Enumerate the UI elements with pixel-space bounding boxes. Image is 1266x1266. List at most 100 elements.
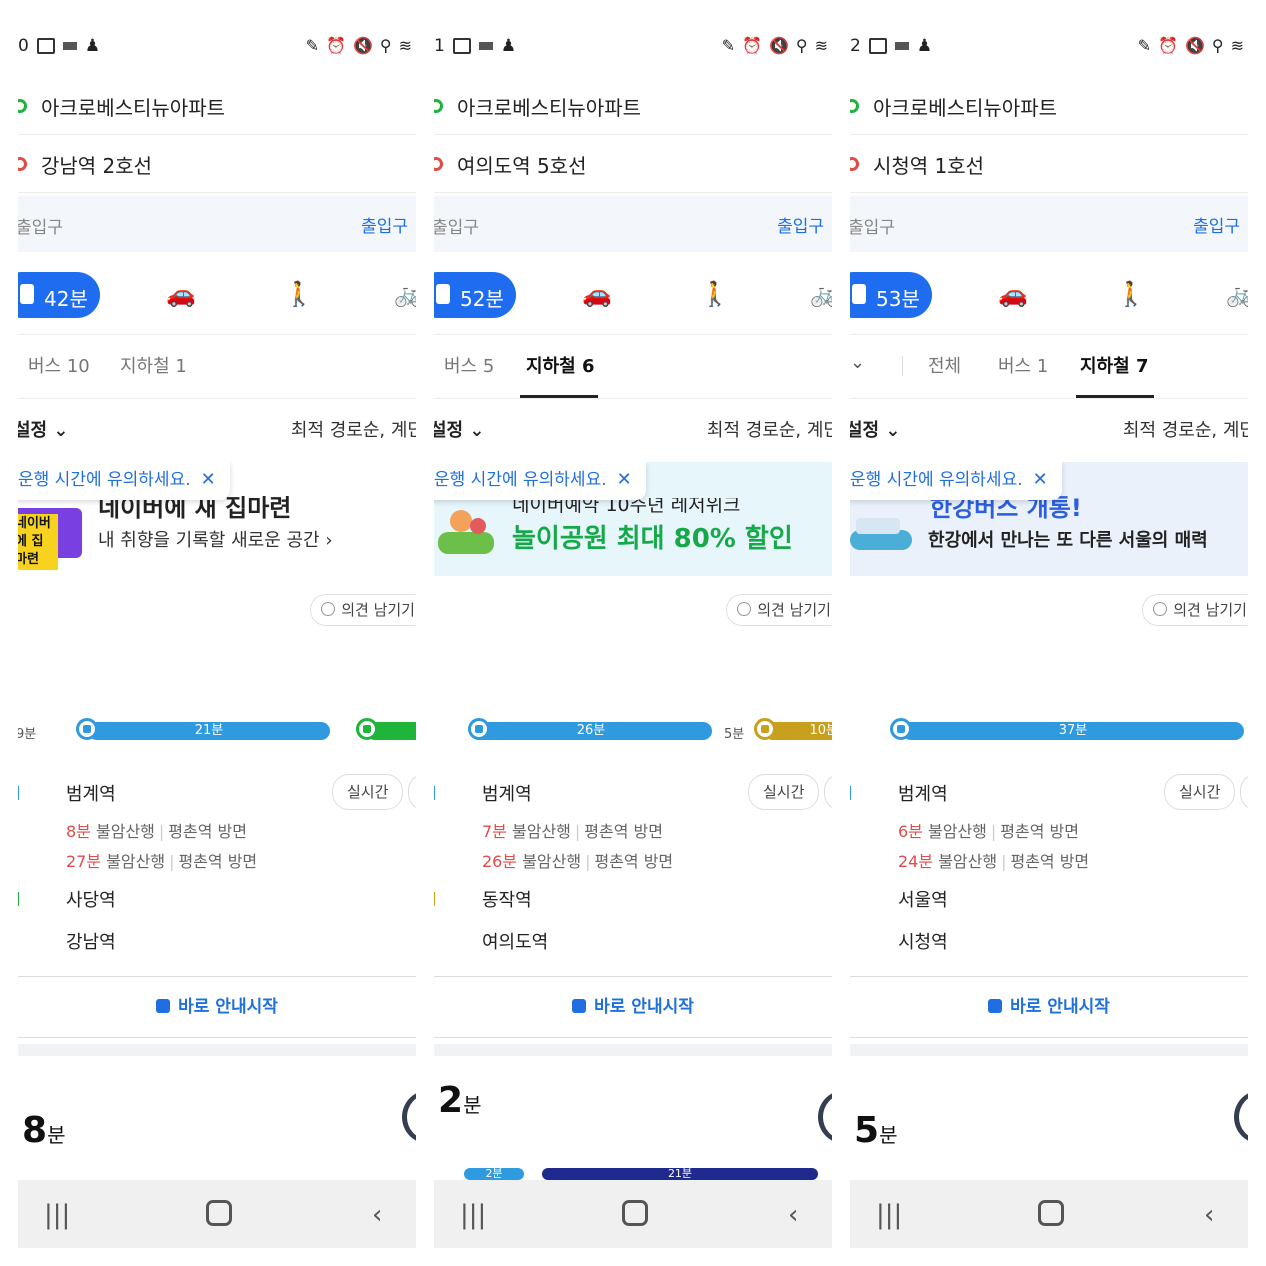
bike-icon[interactable]: 🚲 (394, 280, 416, 308)
settings-dropdown[interactable]: 설정 ⌄ (18, 416, 68, 442)
origin-text: 아크로베스티뉴아파트 (873, 95, 1057, 120)
tab-subway[interactable]: 지하철 1 (120, 352, 187, 378)
final-station: 강남역 (66, 932, 116, 953)
status-bar: 1 ♟ ✎ ⏰ 🔇 ⚲ ≋ (434, 18, 832, 76)
origin-field[interactable]: 아크로베스티뉴아파트 (18, 78, 416, 135)
subway-line-bar: 37분 (902, 722, 1244, 740)
destination-field[interactable]: 시청역 1호선 (850, 136, 1248, 193)
next-route-time[interactable]: 2분 (438, 1080, 481, 1121)
feedback-button[interactable]: 의견 남기기 (1142, 594, 1248, 626)
exit-left-link[interactable]: 출입구 (18, 213, 63, 238)
realtime-button[interactable]: 실시간 (1164, 774, 1236, 810)
android-nav-bar: ||| ‹ (18, 1180, 416, 1248)
home-icon[interactable] (1038, 1200, 1064, 1226)
exit-right-link[interactable]: 출입구 (777, 212, 824, 237)
close-icon[interactable]: ✕ (617, 469, 632, 490)
android-nav-bar: ||| ‹ (850, 1180, 1248, 1248)
tab-divider (902, 356, 903, 376)
notification-icon (478, 42, 493, 50)
active-tab-indicator (520, 395, 598, 398)
home-icon[interactable] (622, 1200, 648, 1226)
feedback-button[interactable]: 의견 남기기 (310, 594, 416, 626)
board-station: 범계역 (898, 784, 948, 805)
mute-icon: 🔇 (1184, 36, 1205, 55)
notification-icon (62, 42, 77, 50)
fab-button[interactable] (818, 1090, 832, 1144)
realtime-button[interactable]: 실시간 (748, 774, 820, 810)
back-icon[interactable]: ‹ (372, 1200, 382, 1230)
home-icon[interactable] (206, 1200, 232, 1226)
car-icon[interactable]: 🚗 (582, 280, 612, 308)
car-icon[interactable]: 🚗 (166, 280, 196, 308)
board-station: 범계역 (482, 784, 532, 805)
bike-icon[interactable]: 🚲 (1226, 280, 1248, 308)
final-station: 여의도역 (482, 932, 549, 953)
feedback-button[interactable]: 의견 남기기 (726, 594, 832, 626)
close-icon[interactable]: ✕ (1033, 469, 1048, 490)
arrival-2: 24분 불암산행 | 평촌역 방면 (898, 852, 1090, 871)
recents-icon[interactable]: ||| (460, 1200, 486, 1230)
ad-banner[interactable]: 운행 시간에 유의하세요. ✕ 한강버스 개통! 한강에서 만나는 또 다른 서울… (850, 462, 1248, 576)
transport-modes: 53분 🚗 🚶 🚲 (850, 252, 1248, 335)
exit-left-link[interactable]: 출입구 (434, 213, 479, 238)
tab-all[interactable]: 전체 (928, 352, 961, 378)
wifi-icon: ≋ (398, 36, 412, 55)
more-button[interactable] (1240, 774, 1248, 810)
person-icon: ♟ (916, 36, 933, 56)
fab-button[interactable] (1234, 1090, 1248, 1144)
tab-bus[interactable]: 버스 1 (998, 352, 1048, 378)
exit-right-link[interactable]: 출입구 (1193, 212, 1240, 237)
bike-icon[interactable]: 🚲 (810, 280, 832, 308)
ad-banner[interactable]: 운행 시간에 유의하세요. ✕ 네이버예약 10주년 레저위크 놀이공원 최대 8… (434, 462, 832, 576)
destination-field[interactable]: 강남역 2호선 (18, 136, 416, 193)
next-route-time[interactable]: 8분 (22, 1110, 65, 1151)
banner-subtitle: 내 취향을 기록할 새로운 공간 › (98, 530, 333, 551)
walk-icon[interactable]: 🚶 (700, 280, 730, 308)
realtime-button[interactable]: 실시간 (332, 774, 404, 810)
sort-option[interactable]: 최적 경로순, 계단 (1123, 416, 1248, 442)
line-edge (18, 892, 19, 906)
car-icon[interactable]: 🚗 (998, 280, 1028, 308)
origin-field[interactable]: 아크로베스티뉴아파트 (434, 78, 832, 135)
transit-mode-button[interactable]: 53분 (850, 272, 932, 318)
transfer-station: 동작역 (482, 890, 532, 911)
settings-dropdown[interactable]: 설정 ⌄ (434, 416, 484, 442)
ad-banner[interactable]: 운행 시간에 유의하세요. ✕ 네이버에 집마련 네이버에 새 집마련 내 취향을… (18, 462, 416, 576)
settings-dropdown[interactable]: 설정 ⌄ (850, 416, 900, 442)
bus-icon (988, 999, 1003, 1013)
start-guide-button[interactable]: 바로 안내시작 (434, 976, 832, 1038)
mute-icon: 🔇 (768, 36, 789, 55)
status-time: 1 (434, 36, 445, 56)
smile-icon (1153, 602, 1168, 616)
next-seg-a: 2분 (464, 1168, 524, 1180)
close-icon[interactable]: ✕ (201, 469, 216, 490)
tab-bus[interactable]: 버스 10 (28, 352, 90, 378)
recents-icon[interactable]: ||| (44, 1200, 70, 1230)
fab-button[interactable] (402, 1090, 416, 1144)
exit-right-link[interactable]: 출입구 (361, 212, 408, 237)
sort-option[interactable]: 최적 경로순, 계단 (291, 416, 416, 442)
filter-dropdown[interactable]: ⌄ (850, 352, 865, 373)
transit-mode-button[interactable]: 42분 (18, 272, 100, 318)
sort-option[interactable]: 최적 경로순, 계단 (707, 416, 832, 442)
start-guide-button[interactable]: 바로 안내시작 (850, 976, 1248, 1038)
next-route-time[interactable]: 5분 (854, 1110, 897, 1151)
transit-mode-button[interactable]: 52분 (434, 272, 516, 318)
destination-field[interactable]: 여의도역 5호선 (434, 136, 832, 193)
exit-left-link[interactable]: 출입구 (850, 213, 895, 238)
origin-field[interactable]: 아크로베스티뉴아파트 (850, 78, 1248, 135)
more-button[interactable] (408, 774, 416, 810)
back-icon[interactable]: ‹ (788, 1200, 798, 1230)
back-icon[interactable]: ‹ (1204, 1200, 1214, 1230)
transport-modes: 52분 🚗 🚶 🚲 (434, 252, 832, 335)
more-button[interactable] (824, 774, 832, 810)
walk-icon[interactable]: 🚶 (284, 280, 314, 308)
walk-icon[interactable]: 🚶 (1116, 280, 1146, 308)
banner-title: 놀이공원 최대 80% 할인 (512, 524, 793, 554)
tab-subway[interactable]: 지하철 6 (526, 352, 594, 378)
recents-icon[interactable]: ||| (876, 1200, 902, 1230)
start-guide-button[interactable]: 바로 안내시작 (18, 976, 416, 1038)
tab-bus[interactable]: 버스 5 (444, 352, 494, 378)
subway-node-icon (356, 718, 378, 740)
tab-subway[interactable]: 지하철 7 (1080, 352, 1148, 378)
